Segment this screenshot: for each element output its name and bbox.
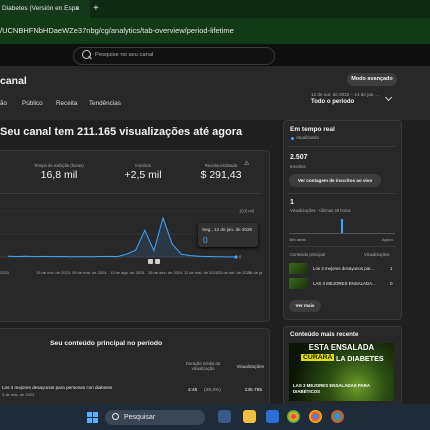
realtime-views-value: 1 bbox=[290, 199, 294, 206]
realtime-subscribers-label: Inscritos bbox=[290, 164, 306, 169]
table-row-title[interactable]: Los 3 mejores desayunos para personas co… bbox=[2, 385, 112, 390]
x-tick-label: 13 de ago. de 2024 bbox=[110, 270, 145, 275]
tab-trends[interactable]: Tendências bbox=[89, 100, 121, 107]
realtime-col-views: Visualizações bbox=[364, 252, 390, 257]
chrome-icon[interactable] bbox=[331, 410, 344, 423]
realtime-item-title[interactable]: Los 3 mejores desayunos par... bbox=[313, 266, 374, 271]
realtime-col-content: Conteúdo principal bbox=[290, 252, 325, 257]
taskbar-search-label[interactable]: Pesquisar bbox=[124, 410, 155, 425]
latest-content-title: Conteúdo mais recente bbox=[290, 331, 359, 338]
realtime-subtitle: Atualizando bbox=[296, 135, 319, 140]
column-header-duration[interactable]: Duração média da visualização bbox=[178, 361, 228, 371]
divider bbox=[287, 246, 396, 247]
realtime-axis-start: 48h atrás bbox=[289, 237, 306, 242]
thumbnail-text-line1: ESTA ENSALADA bbox=[308, 343, 375, 352]
divider bbox=[0, 193, 262, 194]
search-icon bbox=[112, 413, 119, 420]
realtime-item-views: 1 bbox=[390, 266, 393, 271]
x-tick-label: 14 de jan. bbox=[248, 270, 262, 275]
y-tick-label: 0 bbox=[239, 255, 242, 260]
mail-icon[interactable] bbox=[266, 410, 279, 423]
data-point[interactable] bbox=[234, 255, 238, 259]
y-tick-label: 10,0 mil bbox=[239, 209, 254, 214]
x-tick-label: 25 de set. de 2025 bbox=[218, 270, 252, 275]
realtime-chart-bar[interactable] bbox=[341, 219, 343, 233]
video-marker-icon[interactable] bbox=[148, 259, 153, 264]
x-tick-label: 26 de dez. de 2024 bbox=[148, 270, 183, 275]
period-range[interactable]: 12 de out. de 2022 – 14 de jan. ... bbox=[311, 92, 380, 97]
table-row-views: 135.755 bbox=[244, 388, 262, 393]
divider bbox=[287, 146, 396, 147]
top-content-title: Seu conteúdo principal no período bbox=[50, 340, 163, 347]
x-tick-label: 13 de nov. de 2023 bbox=[36, 270, 71, 275]
divider bbox=[287, 193, 396, 194]
os-taskbar bbox=[0, 404, 430, 430]
realtime-item-title[interactable]: LAS 3 MEJORES ENSALADA... bbox=[313, 281, 376, 286]
thumbnail-text-line2: LA DIABETES bbox=[336, 354, 384, 363]
page-title: canal bbox=[0, 75, 27, 87]
realtime-title: Em tempo real bbox=[290, 126, 335, 133]
task-view-icon[interactable] bbox=[218, 410, 231, 423]
live-subscriber-count-button[interactable]: Ver contagem de inscritos ao vivo bbox=[289, 174, 381, 187]
thumbnail-caption: LAS 3 MEJORES ENSALADAS PARA DIABÉTICOS bbox=[293, 383, 370, 394]
chrome-icon[interactable] bbox=[309, 410, 322, 423]
see-more-button[interactable]: Ver mais bbox=[289, 300, 321, 312]
thumbnail-highlight-word: CURARÁ bbox=[301, 354, 335, 361]
x-tick-label: 2023 bbox=[0, 270, 10, 275]
tab-overview[interactable]: ão bbox=[0, 100, 7, 107]
video-thumbnail[interactable] bbox=[289, 263, 308, 274]
warning-icon[interactable]: ⚠ bbox=[244, 161, 251, 168]
new-tab-button[interactable]: + bbox=[93, 0, 99, 18]
chrome-icon[interactable] bbox=[287, 410, 300, 423]
url-text[interactable]: /UCNBHFNbHDaeWZe37nbg/cg/analytics/tab-o… bbox=[0, 18, 234, 44]
table-row-duration: 4:45 bbox=[188, 388, 198, 393]
stat-value-subscribers[interactable]: +2,5 mil bbox=[108, 169, 178, 181]
stat-label-watch-time: Tempo de exibição (horas) bbox=[34, 163, 84, 168]
realtime-views-label: Visualizações · Últimas 48 horas bbox=[290, 208, 351, 213]
period-selector[interactable]: Todo o período bbox=[311, 99, 354, 105]
video-marker-icon[interactable] bbox=[155, 259, 160, 264]
table-row-percent: (29,4%) bbox=[204, 388, 221, 393]
search-placeholder: Pesquise no seu canal bbox=[95, 52, 154, 58]
tooltip-value: 0 bbox=[203, 235, 208, 245]
column-header-views[interactable]: Visualizações bbox=[230, 364, 264, 369]
stat-value-watch-time[interactable]: 16,8 mil bbox=[24, 169, 94, 181]
file-explorer-icon[interactable] bbox=[243, 410, 256, 423]
realtime-axis-end: Agora bbox=[382, 237, 393, 242]
realtime-item-views: 0 bbox=[390, 281, 393, 286]
windows-start-icon[interactable] bbox=[87, 412, 98, 423]
views-headline: Seu canal tem 211.165 visualizações até … bbox=[0, 126, 243, 138]
table-row-date: 3 de mar. de 2023 bbox=[2, 392, 35, 397]
stat-label-subscribers: Inscritos bbox=[135, 163, 151, 168]
advanced-mode-button[interactable]: Modo avançado bbox=[347, 73, 397, 86]
tooltip-date: Seg., 12 de jan. de 2026 bbox=[202, 227, 253, 232]
realtime-subscribers-value: 2.507 bbox=[290, 154, 308, 161]
video-thumbnail[interactable] bbox=[289, 278, 308, 289]
live-dot-icon bbox=[291, 137, 294, 140]
tab-audience[interactable]: Público bbox=[22, 100, 43, 107]
tab-revenue[interactable]: Receita bbox=[56, 100, 77, 107]
x-tick-label: 29 de mar. de 2024 bbox=[72, 270, 107, 275]
stat-value-revenue[interactable]: $ 291,43 bbox=[186, 169, 256, 181]
close-tab-icon[interactable]: × bbox=[75, 0, 80, 18]
realtime-chart-baseline bbox=[289, 233, 395, 234]
x-tick-label: 11 de mai. de 2025 bbox=[184, 270, 219, 275]
